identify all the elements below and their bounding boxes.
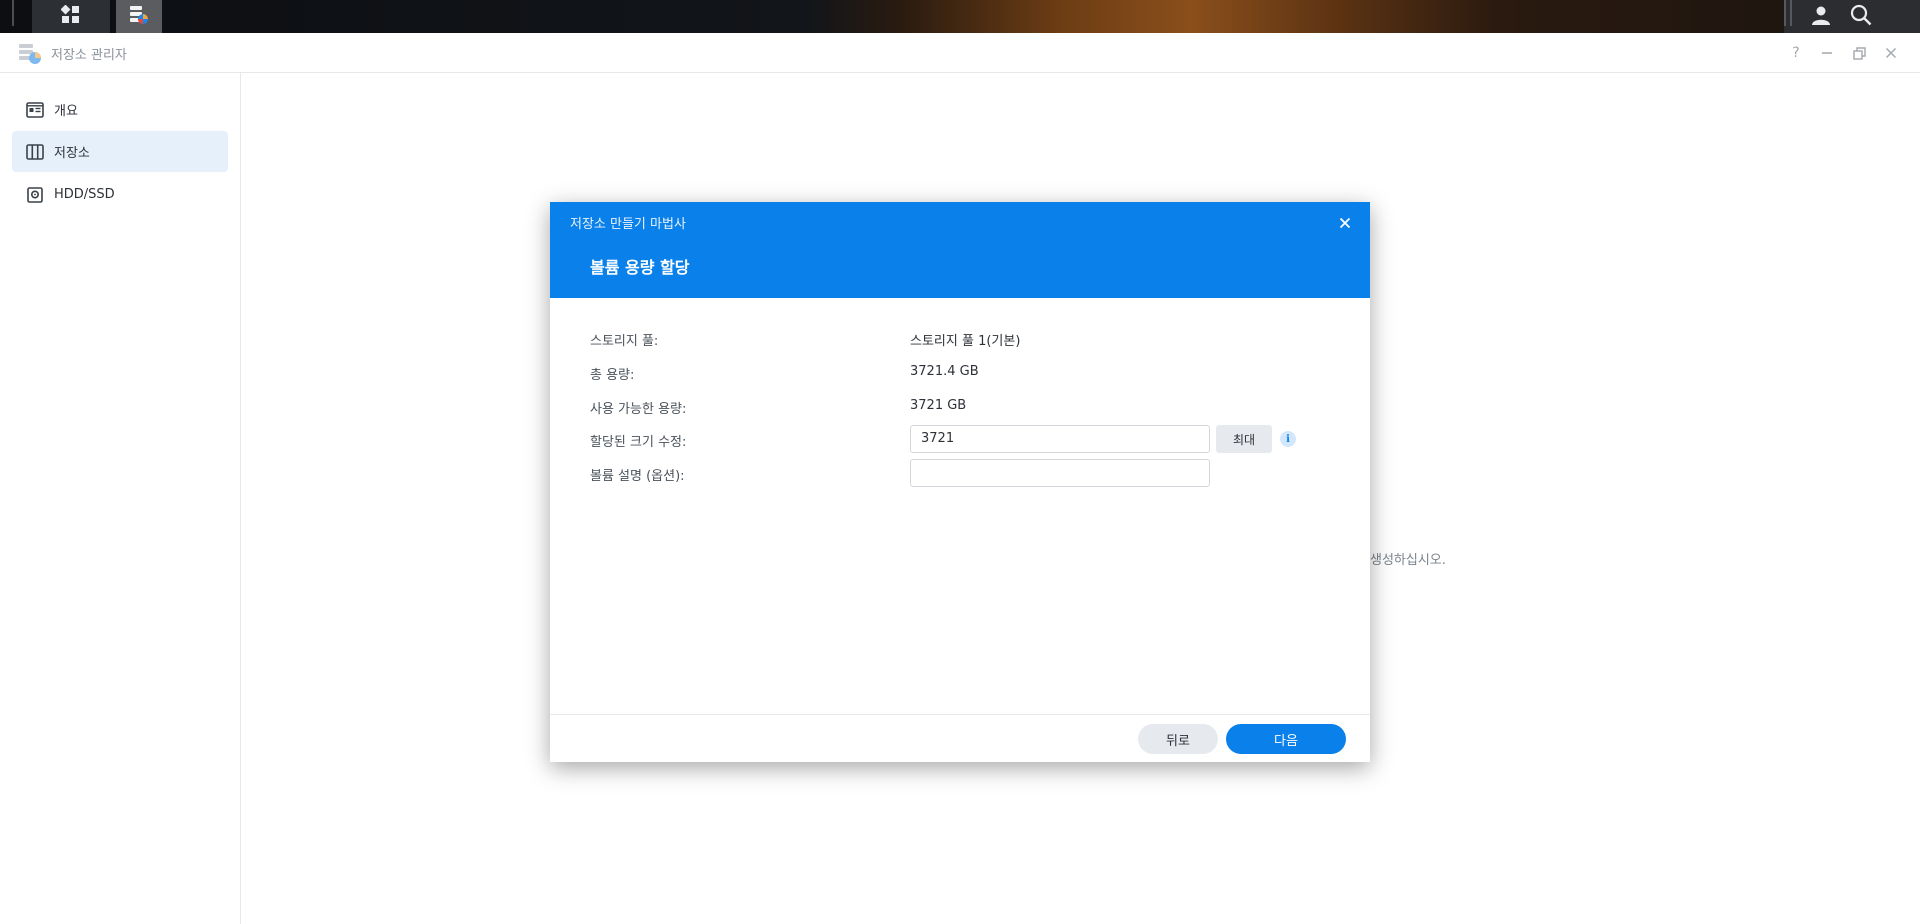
taskbar	[0, 0, 1920, 33]
total-capacity-value: 3721.4 GB	[910, 364, 979, 379]
sidebar-item-label: 개요	[54, 104, 78, 119]
storage-pool-value: 스토리지 풀 1(기본)	[910, 334, 1021, 349]
wizard-title: 저장소 만들기 마법사	[570, 217, 686, 232]
main-menu-button[interactable]	[32, 0, 110, 33]
taskbar-right-area	[1784, 0, 1920, 33]
dialog-header: 저장소 만들기 마법사 볼륨 용량 할당	[550, 202, 1370, 298]
available-capacity-value: 3721 GB	[910, 398, 967, 413]
empty-state-hint: 생성하십시오.	[1370, 553, 1446, 568]
total-capacity-label: 총 용량:	[590, 368, 635, 383]
restore-button[interactable]	[1848, 42, 1870, 64]
minimize-icon	[1822, 52, 1832, 54]
close-icon	[1885, 47, 1897, 59]
total-capacity-row: 총 용량: 3721.4 GB	[590, 360, 1330, 386]
taskbar-divider	[12, 0, 14, 26]
sidebar-item-storage[interactable]: 저장소	[12, 131, 228, 172]
volume-description-row: 볼륨 설명 (옵션):	[590, 459, 1330, 487]
available-capacity-row: 사용 가능한 용량: 3721 GB	[590, 394, 1330, 420]
search-icon	[1850, 4, 1872, 30]
minimize-button[interactable]	[1816, 42, 1838, 64]
disk-icon	[26, 186, 44, 204]
storage-manager-taskbar-button[interactable]	[116, 0, 162, 33]
sidebar-item-overview[interactable]: 개요	[12, 89, 228, 130]
storage-manager-icon	[128, 4, 150, 30]
dialog-close-button[interactable]	[1334, 212, 1356, 234]
window-title: 저장소 관리자	[51, 48, 127, 63]
allocated-size-input[interactable]: 3721	[910, 425, 1210, 453]
window-titlebar: 저장소 관리자 ?	[0, 33, 1920, 73]
dialog-footer: 뒤로 다음	[550, 714, 1370, 762]
max-size-button[interactable]: 최대	[1216, 425, 1272, 453]
allocated-size-label: 할당된 크기 수정:	[590, 435, 687, 450]
create-storage-wizard-dialog: 저장소 만들기 마법사 볼륨 용량 할당 스토리지 풀: 스토리지 풀 1(기본…	[550, 202, 1370, 762]
storage-pool-label: 스토리지 풀:	[590, 334, 659, 349]
search-button[interactable]	[1838, 0, 1884, 33]
allocated-size-row: 할당된 크기 수정: 3721 최대 i	[590, 425, 1330, 453]
available-capacity-label: 사용 가능한 용량:	[590, 402, 687, 417]
sidebar-item-label: HDD/SSD	[54, 187, 115, 202]
main-menu-icon	[60, 4, 81, 29]
user-icon	[1811, 5, 1831, 29]
taskbar-divider	[1784, 0, 1786, 26]
sidebar-item-hdd-ssd[interactable]: HDD/SSD	[12, 174, 228, 215]
volume-description-input[interactable]	[910, 459, 1210, 487]
sidebar-item-label: 저장소	[54, 146, 90, 161]
volume-description-label: 볼륨 설명 (옵션):	[590, 469, 685, 484]
sidebar: 개요 저장소 HDD/SSD	[0, 73, 241, 924]
overview-icon	[26, 101, 44, 119]
storage-icon	[26, 143, 44, 161]
help-button[interactable]: ?	[1785, 42, 1807, 64]
step-title: 볼륨 용량 할당	[590, 258, 690, 277]
storage-pool-row: 스토리지 풀: 스토리지 풀 1(기본)	[590, 326, 1330, 352]
close-window-button[interactable]	[1880, 42, 1902, 64]
taskbar-divider	[1790, 0, 1792, 26]
close-icon	[1339, 217, 1351, 229]
storage-manager-app-icon	[18, 41, 41, 64]
back-button[interactable]: 뒤로	[1138, 724, 1218, 754]
restore-icon	[1852, 46, 1866, 60]
next-button[interactable]: 다음	[1226, 724, 1346, 754]
info-icon[interactable]: i	[1280, 431, 1296, 447]
help-icon: ?	[1792, 45, 1800, 61]
